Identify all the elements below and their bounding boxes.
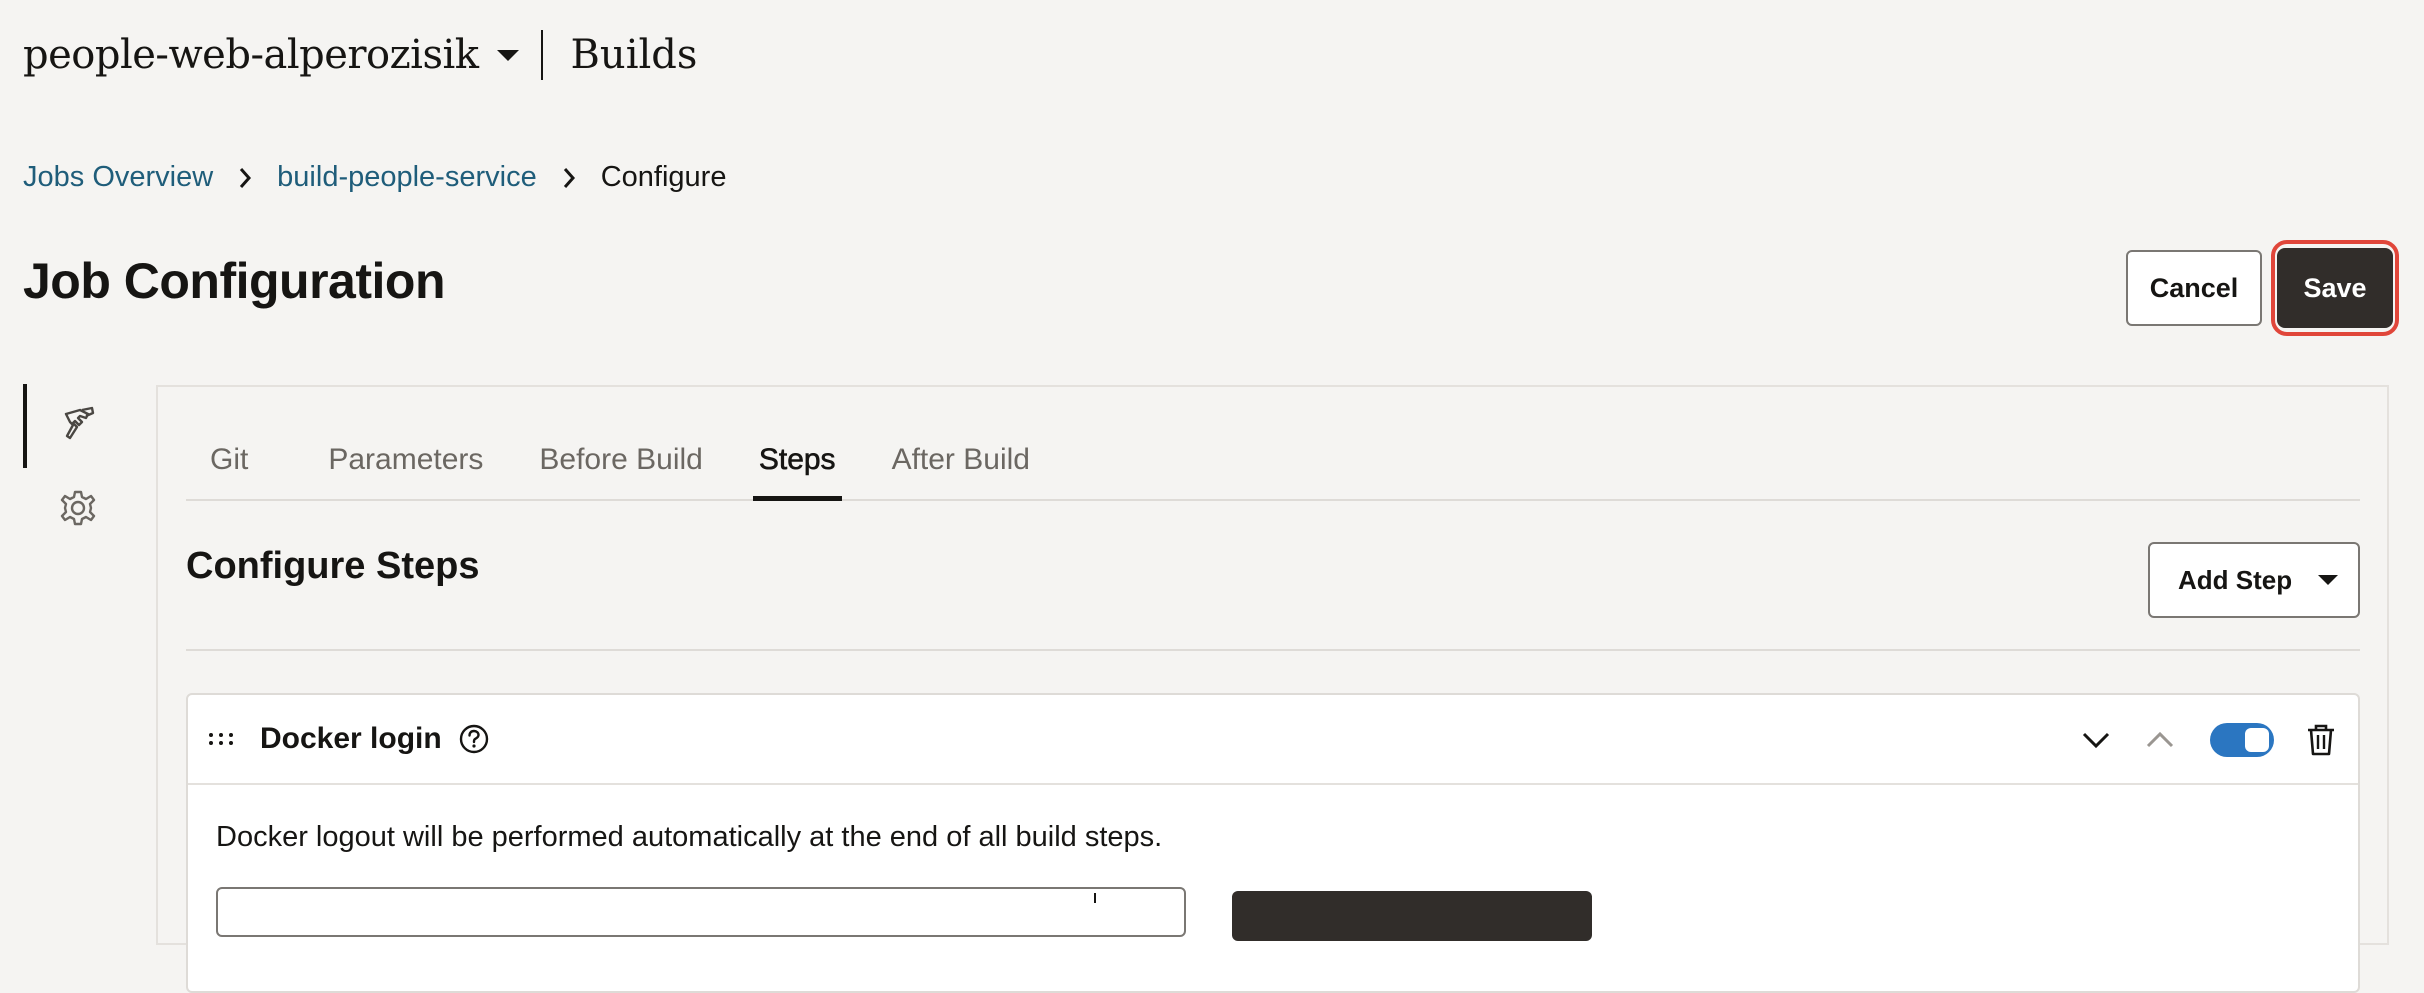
trash-icon[interactable] xyxy=(2306,723,2336,757)
project-name[interactable]: people-web-alperozisik xyxy=(23,32,479,78)
configuration-panel: Git Parameters Before Build Steps After … xyxy=(156,385,2389,993)
hammer-icon xyxy=(58,404,98,449)
chevron-down-icon xyxy=(2318,575,2339,585)
step-name: Docker login xyxy=(260,722,442,755)
tab-parameters[interactable]: Parameters xyxy=(328,443,483,499)
header-divider xyxy=(540,30,543,80)
step-action-button[interactable] xyxy=(1232,891,1592,941)
gear-icon xyxy=(58,488,98,533)
tab-bar: Git Parameters Before Build Steps After … xyxy=(186,417,2360,501)
step-enabled-toggle[interactable] xyxy=(2210,723,2274,757)
toggle-knob xyxy=(2245,728,2269,752)
step-card: Docker login Docker logout will be perfo… xyxy=(186,693,2360,993)
save-button[interactable]: Save xyxy=(2277,248,2393,328)
tab-after-build[interactable]: After Build xyxy=(892,443,1030,499)
step-input-field[interactable] xyxy=(216,887,1186,937)
step-description: Docker logout will be performed automati… xyxy=(216,821,1163,853)
breadcrumb: Jobs Overview build-people-service Confi… xyxy=(23,155,726,199)
chevron-down-icon[interactable] xyxy=(2082,731,2110,749)
top-bar: people-web-alperozisik Builds xyxy=(23,24,697,86)
side-nav-build-config[interactable] xyxy=(23,384,133,468)
page-title: Job Configuration xyxy=(23,253,446,309)
help-icon[interactable] xyxy=(458,723,490,755)
add-step-label: Add Step xyxy=(2178,564,2293,595)
chevron-up-icon[interactable] xyxy=(2146,731,2174,749)
side-nav xyxy=(23,384,133,552)
step-header: Docker login xyxy=(188,695,2358,785)
drag-handle-icon[interactable] xyxy=(208,732,238,746)
breadcrumb-jobs-overview[interactable]: Jobs Overview xyxy=(23,161,213,194)
cancel-button[interactable]: Cancel xyxy=(2126,250,2262,326)
tab-git[interactable]: Git xyxy=(210,443,248,499)
chevron-right-icon xyxy=(213,161,277,194)
breadcrumb-current: Configure xyxy=(600,160,727,193)
breadcrumb-job[interactable]: build-people-service xyxy=(277,161,537,194)
add-step-button[interactable]: Add Step xyxy=(2148,542,2360,618)
input-separator xyxy=(1094,893,1096,903)
section-title: Builds xyxy=(570,32,698,78)
chevron-right-icon xyxy=(537,161,601,194)
tab-steps[interactable]: Steps xyxy=(752,443,842,501)
section-divider xyxy=(186,649,2360,651)
tab-before-build[interactable]: Before Build xyxy=(539,443,702,499)
step-actions xyxy=(2082,695,2336,785)
project-dropdown-caret-icon[interactable] xyxy=(496,49,519,61)
configure-steps-title: Configure Steps xyxy=(186,545,480,587)
side-nav-settings[interactable] xyxy=(23,468,133,552)
